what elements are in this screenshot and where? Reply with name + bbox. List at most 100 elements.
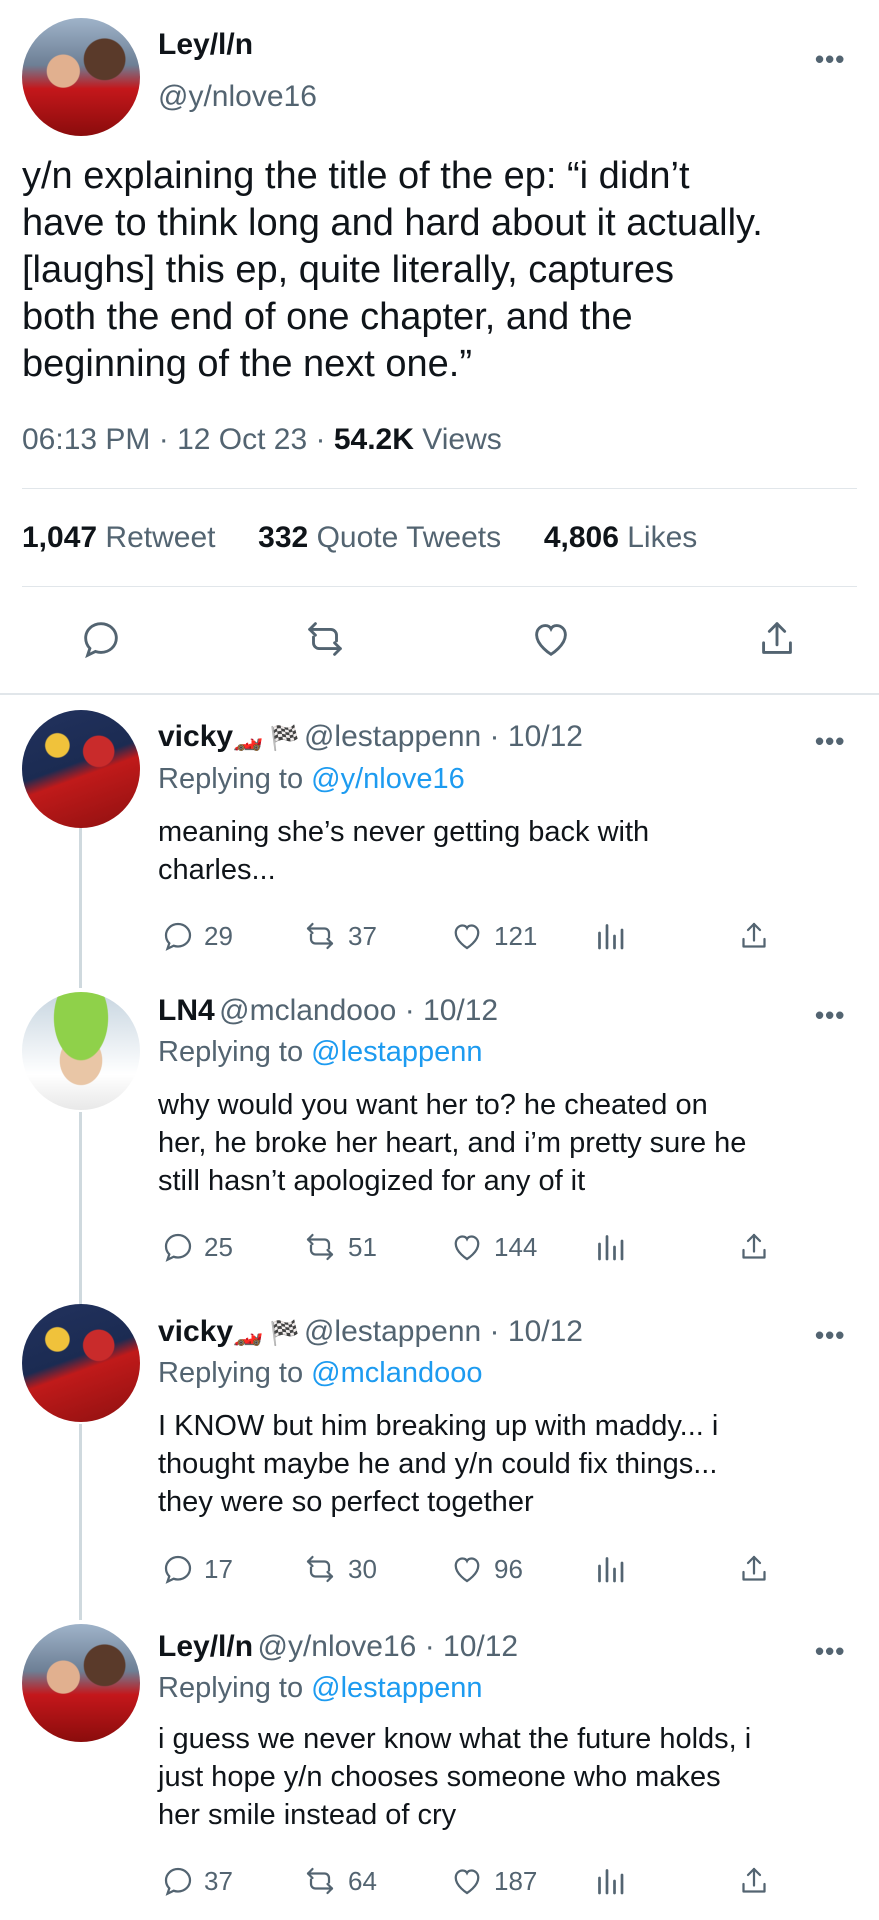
- reply-button[interactable]: 17: [160, 1551, 233, 1587]
- replying-label: Replying to: [158, 1036, 304, 1068]
- reply-text-line: still hasn’t apologized for any of it: [158, 1165, 586, 1197]
- quotes-count: 332: [258, 521, 309, 554]
- share-icon: [742, 1555, 766, 1581]
- tweet-text-line: y/n explaining the title of the ep: “i d…: [22, 155, 690, 197]
- reply-handle[interactable]: @lestappenn: [304, 1315, 481, 1348]
- analytics-button[interactable]: [592, 1229, 628, 1265]
- author-handle[interactable]: @y/nlove16: [158, 80, 317, 114]
- more-options-button[interactable]: •••: [815, 1000, 845, 1031]
- share-icon: [742, 922, 766, 948]
- reply-text: i guess we never know what the future ho…: [158, 1720, 873, 1834]
- retweet-button[interactable]: 37: [300, 918, 377, 954]
- like-count: 144: [494, 1231, 538, 1262]
- flag-emoji: 🏎️ 🏁: [233, 1320, 300, 1347]
- like-count: 96: [494, 1553, 523, 1584]
- reply-handle[interactable]: @mclandooo: [219, 994, 396, 1027]
- retweet-button[interactable]: 51: [300, 1229, 377, 1265]
- reply-count: 17: [204, 1553, 233, 1584]
- reply-display-name[interactable]: Ley/l/n: [158, 1630, 253, 1663]
- likes-stat[interactable]: 4,806 Likes: [544, 521, 697, 554]
- like-button[interactable]: [528, 616, 574, 662]
- more-options-button[interactable]: •••: [815, 726, 845, 757]
- heart-icon: [535, 624, 567, 657]
- reply-date[interactable]: 10/12: [423, 994, 498, 1027]
- avatar[interactable]: [22, 1624, 140, 1742]
- replying-handle-link[interactable]: @y/nlove16: [311, 763, 465, 795]
- avatar[interactable]: [22, 1304, 140, 1422]
- replying-handle-link[interactable]: @mclandooo: [311, 1357, 482, 1389]
- reply-date[interactable]: 10/12: [508, 720, 583, 753]
- retweet-count: 64: [348, 1865, 377, 1896]
- retweet-icon: [306, 1867, 334, 1895]
- quotes-label: Quote Tweets: [316, 521, 502, 554]
- share-button[interactable]: [736, 918, 772, 954]
- reply-date[interactable]: 10/12: [508, 1315, 583, 1348]
- reply-text-line: charles...: [158, 854, 276, 886]
- likes-label: Likes: [627, 521, 698, 554]
- retweet-button[interactable]: 30: [300, 1551, 377, 1587]
- reply-display-name[interactable]: LN4: [158, 994, 215, 1027]
- reply-handle[interactable]: @y/nlove16: [257, 1630, 416, 1663]
- retweet-icon: [308, 622, 342, 656]
- avatar[interactable]: [22, 18, 140, 136]
- replying-to: Replying to @lestappenn: [158, 1672, 483, 1705]
- reply-text-line: just hope y/n chooses someone who makes: [158, 1761, 721, 1793]
- share-button[interactable]: [736, 1863, 772, 1899]
- like-button[interactable]: 121: [448, 918, 537, 954]
- analytics-icon: [598, 1235, 624, 1261]
- share-button[interactable]: [736, 1551, 772, 1587]
- reply-button[interactable]: [78, 616, 124, 662]
- reply-display-name[interactable]: vicky: [158, 720, 233, 753]
- heart-icon: [454, 1557, 480, 1583]
- flag-emoji: 🏎️ 🏁: [233, 725, 300, 752]
- thread-line: [79, 828, 82, 988]
- reply-display-name[interactable]: vicky: [158, 1315, 233, 1348]
- replying-handle-link[interactable]: @lestappenn: [311, 1672, 482, 1704]
- share-button[interactable]: [754, 616, 800, 662]
- likes-count: 4,806: [543, 521, 619, 554]
- analytics-button[interactable]: [592, 1551, 628, 1587]
- retweet-button[interactable]: 64: [300, 1863, 377, 1899]
- more-options-button[interactable]: •••: [815, 1636, 845, 1667]
- reply-button[interactable]: 29: [160, 918, 233, 954]
- analytics-button[interactable]: [592, 918, 628, 954]
- analytics-icon: [598, 1557, 624, 1583]
- retweet-icon: [306, 1233, 334, 1261]
- more-options-button[interactable]: •••: [815, 44, 845, 75]
- reply-date[interactable]: 10/12: [443, 1630, 518, 1663]
- replying-label: Replying to: [158, 1672, 304, 1704]
- like-count: 121: [494, 920, 538, 951]
- analytics-icon: [598, 1869, 624, 1895]
- analytics-button[interactable]: [592, 1863, 628, 1899]
- more-options-button[interactable]: •••: [815, 1320, 845, 1351]
- retweets-stat[interactable]: 1,047 Retweet: [22, 521, 215, 554]
- like-count: 187: [494, 1865, 538, 1896]
- retweet-count: 51: [348, 1231, 377, 1262]
- reply-icon: [164, 1555, 192, 1584]
- replying-handle-link[interactable]: @lestappenn: [311, 1036, 482, 1068]
- quotes-stat[interactable]: 332 Quote Tweets: [258, 521, 501, 554]
- retweet-button[interactable]: [302, 616, 348, 662]
- tweet-time[interactable]: 06:13 PM: [22, 423, 150, 456]
- reply-text-line: meaning she’s never getting back with: [158, 816, 650, 848]
- avatar[interactable]: [22, 992, 140, 1110]
- retweet-icon: [306, 922, 334, 950]
- like-button[interactable]: 96: [448, 1551, 523, 1587]
- avatar[interactable]: [22, 710, 140, 828]
- reply-icon: [164, 1233, 192, 1262]
- like-button[interactable]: 187: [448, 1863, 537, 1899]
- reply-text-line: I KNOW but him breaking up with maddy...…: [158, 1410, 719, 1442]
- author-display-name[interactable]: Ley/l/n: [158, 28, 253, 62]
- reply-header: vicky🏎️ 🏁 @lestappenn · 10/12: [158, 720, 583, 754]
- like-button[interactable]: 144: [448, 1229, 537, 1265]
- reply-handle[interactable]: @lestappenn: [304, 720, 481, 753]
- reply-button[interactable]: 25: [160, 1229, 233, 1265]
- reply-text: meaning she’s never getting back with ch…: [158, 813, 868, 889]
- tweet-text-line: both the end of one chapter, and the: [22, 296, 633, 338]
- tweet-date[interactable]: 12 Oct 23: [177, 423, 307, 456]
- views-count: 54.2K: [333, 423, 414, 456]
- reply-text-line: i guess we never know what the future ho…: [158, 1723, 752, 1755]
- reply-header: LN4 @mclandooo · 10/12: [158, 994, 498, 1028]
- reply-button[interactable]: 37: [160, 1863, 233, 1899]
- share-button[interactable]: [736, 1229, 772, 1265]
